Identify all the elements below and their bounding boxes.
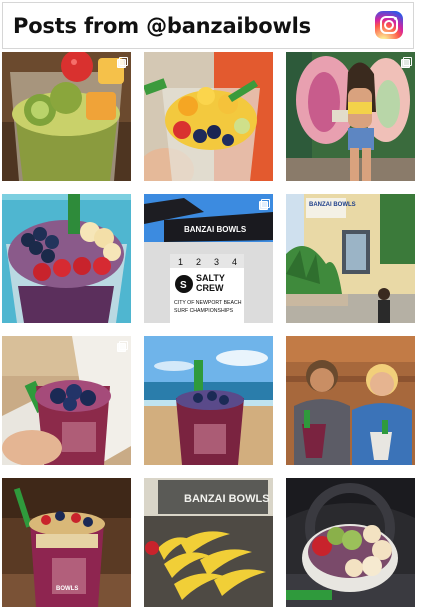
multiple-images-icon [117, 57, 128, 68]
post-image [2, 336, 131, 465]
post-grid: BANZAI BOWLS 1 2 3 4 S SALTY CREW CITY O… [0, 0, 421, 611]
crew-text: CREW [196, 283, 224, 293]
multiple-images-icon [117, 341, 128, 352]
svg-text:S: S [180, 280, 187, 291]
salty-text: SALTY [196, 273, 225, 283]
multiple-images-icon [401, 57, 412, 68]
post-tile-salty-crew-surf-championship-sign[interactable]: BANZAI BOWLS 1 2 3 4 S SALTY CREW CITY O… [144, 194, 273, 323]
post-tile-acai-bowl-in-car[interactable] [286, 478, 415, 607]
post-image [2, 52, 131, 181]
event-line-1: CITY OF NEWPORT BEACH [174, 300, 242, 306]
post-image [286, 336, 415, 465]
post-tile-acai-cup-held-in-hand[interactable] [2, 336, 131, 465]
post-image [286, 52, 415, 181]
post-tile-acai-bowl-berries-banana[interactable] [2, 194, 131, 323]
post-tile-woman-with-bowl-wings-mural[interactable] [286, 52, 415, 181]
post-tile-fruit-cup-in-hand[interactable] [144, 52, 273, 181]
storefront-sign-text: BANZAI BOWLS [309, 202, 356, 208]
cup-brand-text: BOWLS [56, 586, 78, 592]
post-tile-acai-cup-kiwi-mango[interactable] [2, 52, 131, 181]
heat-number-3: 3 [214, 257, 219, 267]
multiple-images-icon [259, 199, 270, 210]
post-tile-banzai-bowls-storefront[interactable]: BANZAI BOWLS [286, 194, 415, 323]
post-image: BANZAI BOWLS [286, 194, 415, 323]
post-image [144, 52, 273, 181]
post-tile-banana-display-under-banner[interactable]: BANZAI BOWLS [144, 478, 273, 607]
banner-text: BANZAI BOWLS [184, 493, 270, 505]
post-image: BOWLS [2, 478, 131, 607]
post-image [144, 336, 273, 465]
heat-number-4: 4 [232, 257, 237, 267]
post-image [2, 194, 131, 323]
event-line-2: SURF CHAMPIONSHIPS [174, 308, 234, 314]
post-image [286, 478, 415, 607]
heat-number-1: 1 [178, 257, 183, 267]
heat-number-2: 2 [196, 257, 201, 267]
post-image: BANZAI BOWLS [144, 478, 273, 607]
post-image: BANZAI BOWLS 1 2 3 4 S SALTY CREW CITY O… [144, 194, 273, 323]
post-tile-two-boys-with-acai-cups[interactable] [286, 336, 415, 465]
post-tile-acai-cup-granola-on-table[interactable]: BOWLS [2, 478, 131, 607]
post-tile-acai-cup-on-beach[interactable] [144, 336, 273, 465]
banner-text: BANZAI BOWLS [184, 225, 247, 234]
